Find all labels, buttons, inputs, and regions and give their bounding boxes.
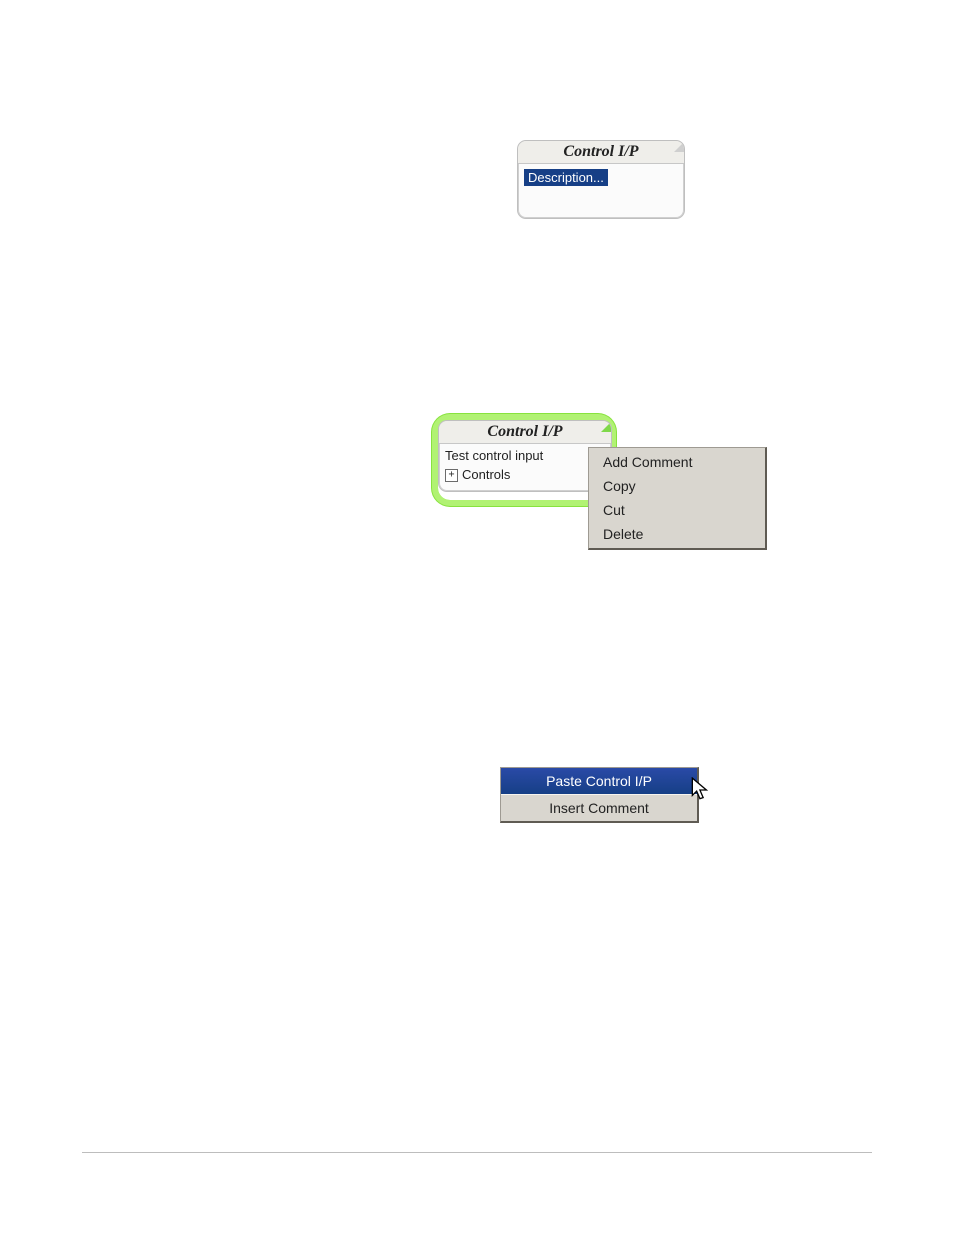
- block-tree-row[interactable]: + Controls: [445, 466, 605, 485]
- block-highlighted-menu-item[interactable]: Description...: [524, 169, 608, 186]
- ctx-item-add-comment[interactable]: Add Comment: [589, 450, 765, 474]
- block-description-line: Test control input: [445, 447, 605, 466]
- figure-block-contextmenu: Control I/P Test control input + Control…: [438, 420, 768, 570]
- block-title: Control I/P: [518, 141, 684, 164]
- context-menu: Add Comment Copy Cut Delete: [588, 447, 767, 550]
- block-title: Control I/P: [439, 421, 611, 444]
- tree-node-label: Controls: [462, 466, 510, 485]
- control-ip-block-selected[interactable]: Control I/P Test control input + Control…: [438, 420, 612, 492]
- expand-icon[interactable]: +: [445, 469, 458, 482]
- figure-paste-contextmenu: Paste Control I/P Insert Comment: [500, 767, 702, 823]
- ctx-item-insert-comment[interactable]: Insert Comment: [501, 794, 697, 821]
- block-description-text: Test control input: [445, 447, 543, 466]
- block-body: Test control input + Controls: [439, 444, 611, 491]
- figure-block-description: Control I/P Description...: [517, 140, 685, 219]
- ctx-item-delete[interactable]: Delete: [589, 522, 765, 546]
- block-body: Description...: [518, 164, 684, 218]
- control-ip-block[interactable]: Control I/P Description...: [517, 140, 685, 219]
- ctx-item-paste-control-ip[interactable]: Paste Control I/P: [501, 768, 697, 794]
- context-menu: Paste Control I/P Insert Comment: [500, 767, 699, 823]
- ctx-item-cut[interactable]: Cut: [589, 498, 765, 522]
- selected-block-halo: Control I/P Test control input + Control…: [438, 420, 610, 500]
- ctx-item-copy[interactable]: Copy: [589, 474, 765, 498]
- footer-divider: [82, 1152, 872, 1153]
- page: Control I/P Description... Control I/P T…: [0, 0, 954, 1235]
